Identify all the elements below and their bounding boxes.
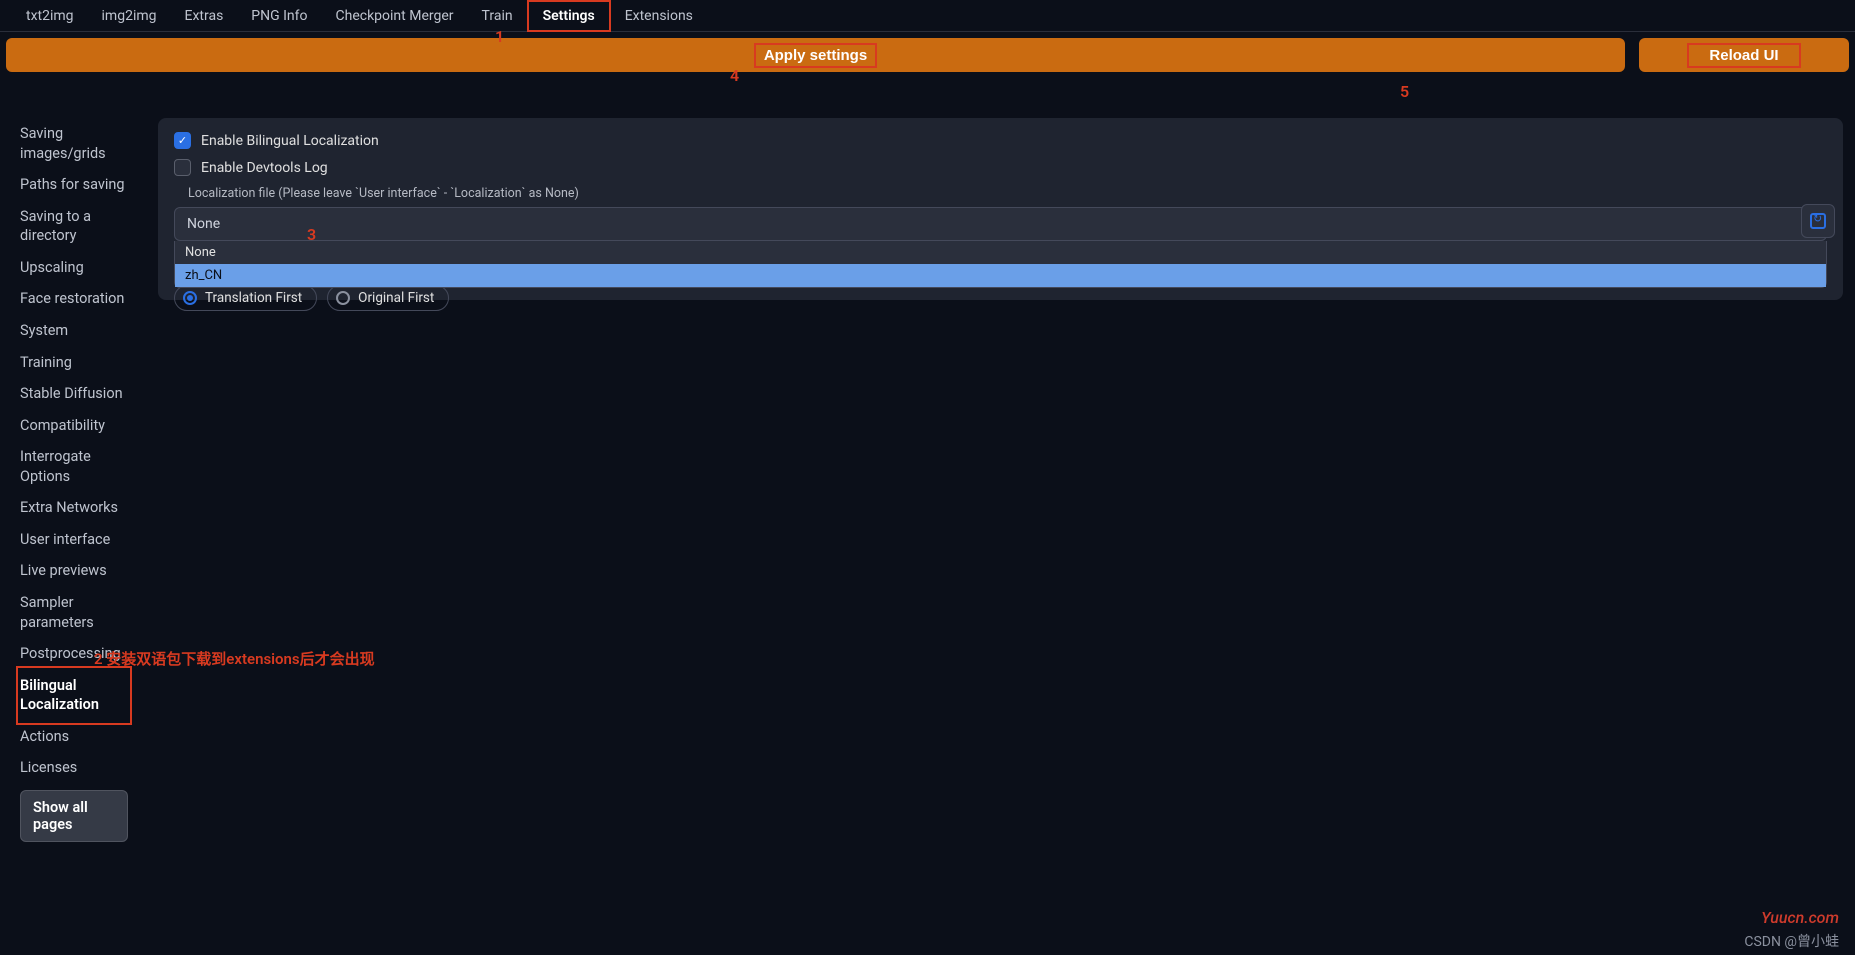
show-all-pages-button[interactable]: Show all pages	[20, 790, 128, 842]
apply-settings-button[interactable]: Apply settings	[6, 38, 1625, 72]
tab-train[interactable]: Train	[468, 2, 527, 30]
enable-bilingual-label: Enable Bilingual Localization	[201, 133, 379, 149]
radio-original-first[interactable]: Original First	[327, 285, 449, 311]
sidebar-item-bilingual-localization[interactable]: Bilingual Localization	[20, 670, 128, 721]
sidebar-item-stable-diffusion[interactable]: Stable Diffusion	[20, 378, 128, 410]
enable-devtools-label: Enable Devtools Log	[201, 160, 328, 176]
radio-dot-icon	[183, 291, 197, 305]
sidebar-item-sampler-params[interactable]: Sampler parameters	[20, 587, 128, 638]
radio-dot-icon	[336, 291, 350, 305]
sidebar-item-licenses[interactable]: Licenses	[20, 752, 128, 784]
radio-original-first-label: Original First	[358, 290, 434, 306]
dropdown-option-zhcn[interactable]: zh_CN	[175, 264, 1826, 287]
refresh-button[interactable]	[1801, 204, 1835, 238]
sidebar-item-saving-images[interactable]: Saving images/grids	[20, 118, 128, 169]
localization-select: None None zh_CN	[174, 207, 1827, 241]
sidebar-item-paths[interactable]: Paths for saving	[20, 169, 128, 201]
main: Saving images/grids Paths for saving Sav…	[0, 78, 1855, 848]
localization-dropdown: None zh_CN	[174, 241, 1827, 288]
sidebar-item-compatibility[interactable]: Compatibility	[20, 410, 128, 442]
sidebar-item-actions[interactable]: Actions	[20, 721, 128, 753]
sidebar-item-live-previews[interactable]: Live previews	[20, 555, 128, 587]
refresh-icon	[1810, 213, 1826, 229]
tab-extensions[interactable]: Extensions	[611, 2, 707, 30]
sidebar-item-upscaling[interactable]: Upscaling	[20, 252, 128, 284]
top-tabs: txt2img img2img Extras PNG Info Checkpoi…	[0, 0, 1855, 32]
sidebar-item-saving-dir[interactable]: Saving to a directory	[20, 201, 128, 252]
enable-bilingual-row[interactable]: ✓ Enable Bilingual Localization	[174, 132, 1827, 149]
tab-settings[interactable]: Settings	[527, 0, 611, 32]
checkbox-icon[interactable]	[174, 159, 191, 176]
sidebar-item-postprocessing[interactable]: Postprocessing	[20, 638, 128, 670]
apply-settings-label: Apply settings	[754, 43, 877, 68]
tab-img2img[interactable]: img2img	[88, 2, 171, 30]
sidebar-item-interrogate[interactable]: Interrogate Options	[20, 441, 128, 492]
order-radio-group: Translation First Original First	[174, 285, 1827, 311]
watermark-site: Yuucn.com	[1761, 908, 1839, 927]
sidebar-item-extra-networks[interactable]: Extra Networks	[20, 492, 128, 524]
sidebar-item-training[interactable]: Training	[20, 347, 128, 379]
settings-sidebar: Saving images/grids Paths for saving Sav…	[6, 118, 128, 842]
reload-ui-label: Reload UI	[1687, 43, 1800, 68]
enable-devtools-row[interactable]: Enable Devtools Log	[174, 159, 1827, 176]
dropdown-option-none[interactable]: None	[175, 241, 1826, 264]
reload-ui-button[interactable]: Reload UI	[1639, 38, 1849, 72]
sidebar-item-user-interface[interactable]: User interface	[20, 524, 128, 556]
localization-select-box[interactable]: None	[174, 207, 1827, 241]
settings-panel: ✓ Enable Bilingual Localization Enable D…	[158, 118, 1843, 300]
tab-txt2img[interactable]: txt2img	[12, 2, 88, 30]
radio-translation-first[interactable]: Translation First	[174, 285, 317, 311]
sidebar-item-face-restoration[interactable]: Face restoration	[20, 283, 128, 315]
checkbox-icon[interactable]: ✓	[174, 132, 191, 149]
watermark-csdn: CSDN @曾小蛙	[1744, 931, 1839, 951]
tab-pnginfo[interactable]: PNG Info	[237, 2, 321, 30]
radio-translation-first-label: Translation First	[205, 290, 302, 306]
localization-file-label: Localization file (Please leave `User in…	[188, 186, 1827, 201]
action-row: Apply settings Reload UI	[0, 32, 1855, 78]
tab-checkpoint-merger[interactable]: Checkpoint Merger	[322, 2, 468, 30]
tab-extras[interactable]: Extras	[171, 2, 238, 30]
sidebar-item-system[interactable]: System	[20, 315, 128, 347]
localization-selected: None	[187, 216, 220, 232]
